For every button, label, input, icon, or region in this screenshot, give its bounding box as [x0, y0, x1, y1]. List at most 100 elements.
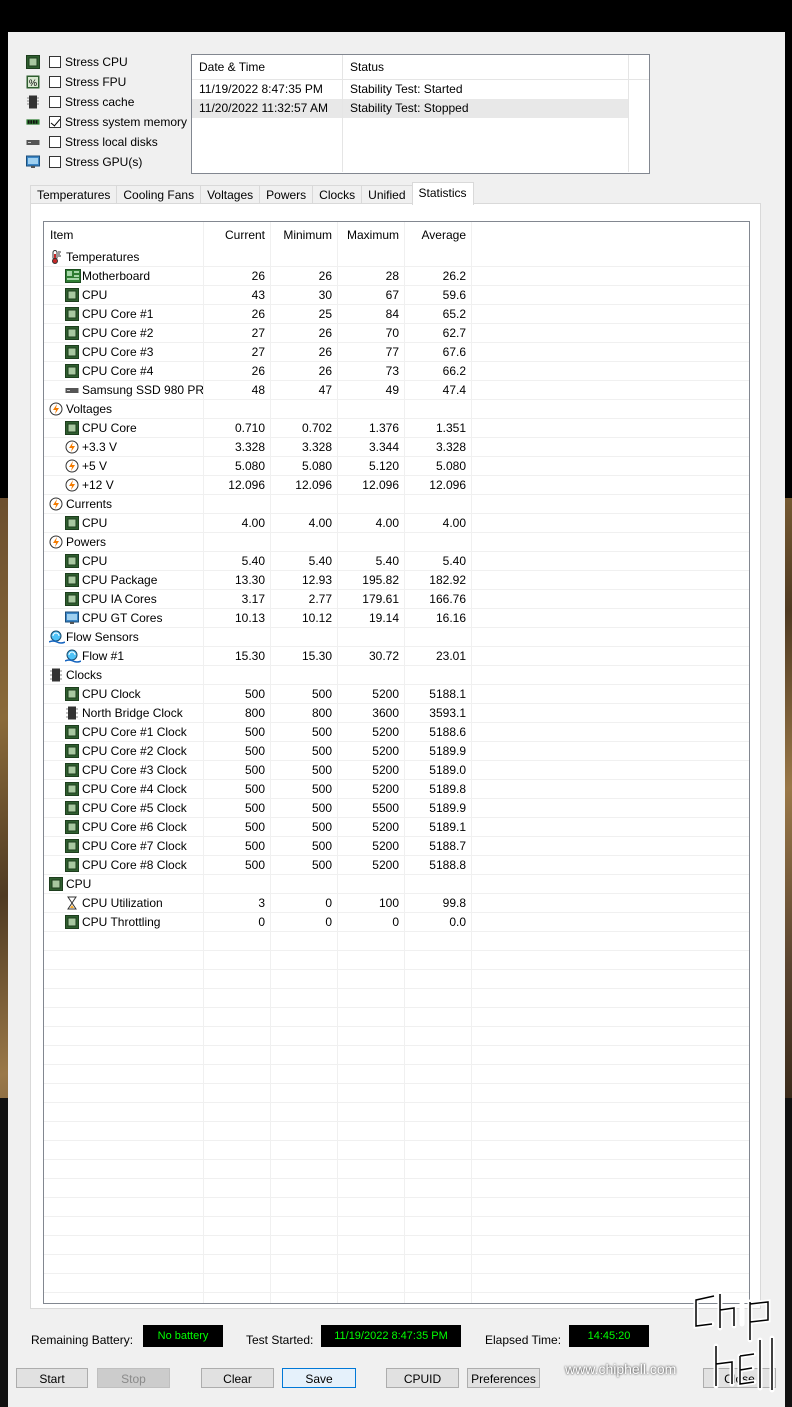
cell-average [405, 248, 472, 266]
col-minimum[interactable]: Minimum [271, 222, 338, 248]
sensor-row[interactable]: CPU Core #2 Clock 500 500 5200 5189.9 [44, 742, 749, 761]
group-row[interactable]: Flow Sensors [44, 628, 749, 647]
log-header-datetime[interactable]: Date & Time [192, 55, 343, 79]
empty-row [44, 951, 749, 970]
group-row[interactable]: Clocks [44, 666, 749, 685]
empty-row [44, 1217, 749, 1236]
cell-average: 0.0 [405, 913, 472, 931]
cell-minimum: 500 [271, 742, 338, 760]
tab-powers[interactable]: Powers [259, 185, 314, 205]
stress-label[interactable]: Stress GPU(s) [65, 155, 142, 169]
col-current[interactable]: Current [204, 222, 271, 248]
sensor-row[interactable]: +3.3 V 3.328 3.328 3.344 3.328 [44, 438, 749, 457]
sensor-row[interactable]: +5 V 5.080 5.080 5.120 5.080 [44, 457, 749, 476]
cpu-icon [49, 877, 63, 891]
sensor-row[interactable]: CPU Core #8 Clock 500 500 5200 5188.8 [44, 856, 749, 875]
status-bar: Remaining Battery: No battery Test Start… [8, 1325, 785, 1355]
stress-label[interactable]: Stress cache [65, 95, 134, 109]
sensor-row[interactable]: CPU Core #2 27 26 70 62.7 [44, 324, 749, 343]
gpu-icon [26, 155, 40, 169]
preferences-button[interactable]: Preferences [467, 1368, 540, 1388]
cell-maximum: 1.376 [338, 419, 405, 437]
stress-option[interactable]: Stress system memory [26, 112, 196, 132]
statistics-grid[interactable]: Item Current Minimum Maximum Average Tem… [43, 221, 750, 1304]
col-maximum[interactable]: Maximum [338, 222, 405, 248]
sensor-row[interactable]: CPU 4.00 4.00 4.00 4.00 [44, 514, 749, 533]
clear-button[interactable]: Clear [201, 1368, 274, 1388]
sensor-row[interactable]: CPU Core #1 26 25 84 65.2 [44, 305, 749, 324]
sensor-row[interactable]: CPU Core #6 Clock 500 500 5200 5189.1 [44, 818, 749, 837]
sensor-row[interactable]: CPU Core #5 Clock 500 500 5500 5189.9 [44, 799, 749, 818]
stress-checkbox[interactable] [49, 156, 61, 168]
sensor-row[interactable]: CPU Utilization 3 0 100 99.8 [44, 894, 749, 913]
stress-label[interactable]: Stress system memory [65, 115, 187, 129]
group-row[interactable]: Voltages [44, 400, 749, 419]
sensor-row[interactable]: North Bridge Clock 800 800 3600 3593.1 [44, 704, 749, 723]
stress-checkbox[interactable] [49, 116, 61, 128]
tab-unified[interactable]: Unified [361, 185, 413, 205]
save-button[interactable]: Save [282, 1368, 356, 1388]
stress-checkbox[interactable] [49, 136, 61, 148]
battery-value: No battery [143, 1325, 223, 1347]
sensor-row[interactable]: CPU Throttling 0 0 0 0.0 [44, 913, 749, 932]
cell-average: 47.4 [405, 381, 472, 399]
log-header-status[interactable]: Status [343, 55, 629, 79]
empty-row [44, 1065, 749, 1084]
group-row[interactable]: CPU [44, 875, 749, 894]
stress-option[interactable]: Stress CPU [26, 52, 196, 72]
empty-row [44, 1293, 749, 1303]
sensor-row[interactable]: CPU IA Cores 3.17 2.77 179.61 166.76 [44, 590, 749, 609]
sensor-row[interactable]: CPU Core #7 Clock 500 500 5200 5188.7 [44, 837, 749, 856]
tab-statistics[interactable]: Statistics [411, 182, 474, 205]
sensor-row[interactable]: +12 V 12.096 12.096 12.096 12.096 [44, 476, 749, 495]
test-log-list[interactable]: Date & Time Status 11/19/2022 8:47:35 PM… [191, 54, 650, 174]
log-row-selected[interactable]: 11/20/2022 11:32:57 AM Stability Test: S… [192, 99, 649, 118]
sensor-row[interactable]: Samsung SSD 980 PR... 48 47 49 47.4 [44, 381, 749, 400]
tab-temperatures[interactable]: Temperatures [30, 185, 118, 205]
stress-label[interactable]: Stress FPU [65, 75, 126, 89]
sensor-row[interactable]: CPU Core 0.710 0.702 1.376 1.351 [44, 419, 749, 438]
statistics-panel: Item Current Minimum Maximum Average Tem… [30, 203, 761, 1309]
cell-maximum: 70 [338, 324, 405, 342]
log-row[interactable]: 11/19/2022 8:47:35 PM Stability Test: St… [192, 80, 649, 99]
stress-option[interactable]: % Stress FPU [26, 72, 196, 92]
cell-average: 5189.1 [405, 818, 472, 836]
stop-button[interactable]: Stop [97, 1368, 170, 1388]
sensor-row[interactable]: CPU GT Cores 10.13 10.12 19.14 16.16 [44, 609, 749, 628]
sensor-row[interactable]: CPU 43 30 67 59.6 [44, 286, 749, 305]
col-average[interactable]: Average [405, 222, 472, 248]
group-row[interactable]: Temperatures [44, 248, 749, 267]
memory-icon [26, 115, 40, 129]
cpu-icon [65, 801, 79, 815]
sensor-row[interactable]: CPU Package 13.30 12.93 195.82 182.92 [44, 571, 749, 590]
sensor-row[interactable]: CPU Core #3 Clock 500 500 5200 5189.0 [44, 761, 749, 780]
stress-label[interactable]: Stress CPU [65, 55, 128, 69]
sensor-row[interactable]: CPU 5.40 5.40 5.40 5.40 [44, 552, 749, 571]
tab-cooling-fans[interactable]: Cooling Fans [116, 185, 202, 205]
tab-clocks[interactable]: Clocks [312, 185, 363, 205]
sensor-row[interactable]: CPU Clock 500 500 5200 5188.1 [44, 685, 749, 704]
sensor-row[interactable]: CPU Core #4 Clock 500 500 5200 5189.8 [44, 780, 749, 799]
group-row[interactable]: Powers [44, 533, 749, 552]
sensor-row[interactable]: CPU Core #1 Clock 500 500 5200 5188.6 [44, 723, 749, 742]
sensor-row[interactable]: Flow #1 15.30 15.30 30.72 23.01 [44, 647, 749, 666]
cell-item: CPU [44, 552, 204, 570]
sensor-row[interactable]: CPU Core #3 27 26 77 67.6 [44, 343, 749, 362]
stress-option[interactable]: Stress cache [26, 92, 196, 112]
sensor-row[interactable]: CPU Core #4 26 26 73 66.2 [44, 362, 749, 381]
flow-icon [48, 630, 66, 644]
sensor-row[interactable]: Motherboard 26 26 28 26.2 [44, 267, 749, 286]
stress-checkbox[interactable] [49, 96, 61, 108]
stress-checkbox[interactable] [49, 56, 61, 68]
cpu-icon [65, 687, 79, 701]
tab-voltages[interactable]: Voltages [200, 185, 261, 205]
start-button[interactable]: Start [16, 1368, 88, 1388]
stress-checkbox[interactable] [49, 76, 61, 88]
group-row[interactable]: Currents [44, 495, 749, 514]
cell-maximum: 73 [338, 362, 405, 380]
stress-option[interactable]: Stress GPU(s) [26, 152, 196, 172]
stress-option[interactable]: Stress local disks [26, 132, 196, 152]
cpuid-button[interactable]: CPUID [386, 1368, 459, 1388]
stress-label[interactable]: Stress local disks [65, 135, 158, 149]
col-item[interactable]: Item [44, 222, 204, 248]
